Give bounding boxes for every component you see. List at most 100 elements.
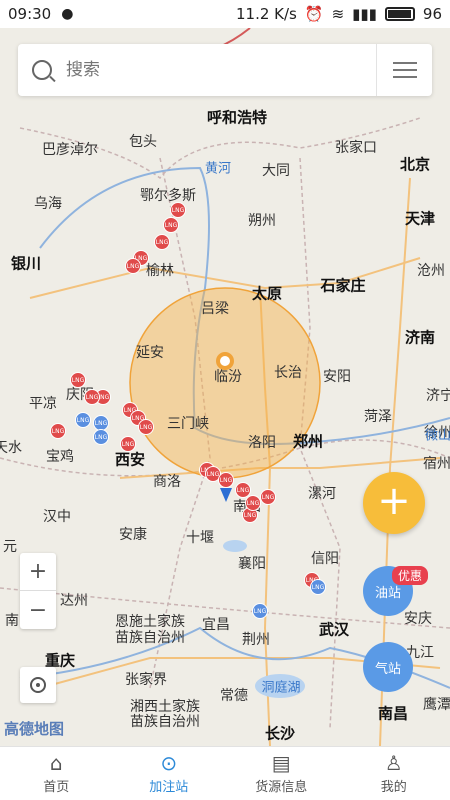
- lng-station-pin[interactable]: LNG: [260, 489, 276, 505]
- city-label: 北京: [399, 155, 431, 174]
- city-label: 天水: [0, 440, 22, 456]
- search-input[interactable]: [66, 60, 376, 80]
- city-label: 沧州: [417, 263, 445, 279]
- locate-button[interactable]: [20, 667, 56, 703]
- list-icon: [392, 62, 417, 64]
- lng-station-pin[interactable]: LNG: [75, 412, 91, 428]
- lng-station-pin[interactable]: LNG: [138, 419, 154, 435]
- station-icon: ⊙: [160, 751, 178, 775]
- city-label: 天津: [404, 209, 436, 228]
- nav-home[interactable]: ⌂ 首页: [0, 747, 113, 800]
- city-label: 济宁: [426, 388, 450, 404]
- city-label: 襄阳: [238, 556, 266, 572]
- city-label: 平凉: [29, 396, 57, 412]
- city-label: 长沙: [264, 724, 296, 743]
- crosshair-icon: [30, 677, 46, 693]
- nav-label: 加注站: [149, 780, 189, 795]
- city-label: 石家庄: [320, 276, 366, 295]
- search-icon: [32, 60, 52, 80]
- city-label: 商洛: [153, 474, 181, 490]
- lng-station-pin[interactable]: LNG: [120, 436, 136, 452]
- city-label: 呼和浩特: [206, 108, 268, 127]
- city-label: 微山: [424, 428, 450, 444]
- city-label: 三门峡: [167, 416, 209, 432]
- city-label: 菏泽: [364, 409, 392, 425]
- city-label: 达州: [60, 593, 88, 609]
- lng-station-pin[interactable]: LNG: [125, 258, 141, 274]
- lng-station-pin[interactable]: LNG: [245, 495, 261, 511]
- city-label: 郑州: [292, 432, 324, 451]
- lng-station-pin[interactable]: LNG: [70, 372, 86, 388]
- lng-station-pin[interactable]: LNG: [310, 579, 326, 595]
- alarm-icon: ⏰: [304, 5, 324, 23]
- nav-cargo-info[interactable]: ▤ 货源信息: [225, 747, 338, 800]
- home-icon: ⌂: [49, 751, 63, 775]
- city-label: 鹰潭: [423, 697, 450, 713]
- city-label: 南: [5, 613, 19, 629]
- city-label: 乌海: [34, 196, 62, 212]
- city-label: 巴彦淖尔: [42, 142, 98, 158]
- city-label: 武汉: [318, 620, 350, 639]
- nav-profile[interactable]: ♙ 我的: [338, 747, 450, 800]
- bottom-nav: ⌂ 首页 ⊙ 加注站 ▤ 货源信息 ♙ 我的: [0, 746, 450, 800]
- nav-label: 货源信息: [255, 780, 308, 795]
- nav-station[interactable]: ⊙ 加注站: [113, 747, 226, 800]
- city-label: 鄂尔多斯: [140, 188, 196, 204]
- city-label: 黄河: [204, 161, 232, 177]
- lng-station-pin[interactable]: LNG: [154, 234, 170, 250]
- city-label: 荆州: [242, 632, 270, 648]
- lng-station-pin[interactable]: LNG: [170, 202, 186, 218]
- list-view-button[interactable]: [376, 44, 432, 96]
- city-label: 大同: [262, 163, 290, 179]
- promo-badge: 优惠: [392, 566, 429, 585]
- city-label: 延安: [136, 345, 164, 361]
- city-label: 苗族自治州: [130, 714, 200, 730]
- city-label: 洛阳: [248, 435, 276, 451]
- city-label: 济南: [404, 328, 436, 347]
- city-label: 常德: [220, 688, 248, 704]
- cargo-info-icon: ▤: [271, 751, 291, 775]
- city-label: 安阳: [323, 369, 351, 385]
- gas-station-button[interactable]: 气站: [363, 642, 413, 692]
- signal-icon: ▮▮▮: [352, 5, 377, 23]
- city-label: 包头: [129, 134, 157, 150]
- city-label: 漯河: [308, 486, 336, 502]
- city-label: 长治: [274, 365, 302, 381]
- city-label: 宿州: [423, 456, 450, 472]
- list-icon-line: [392, 69, 417, 71]
- city-label: 安康: [119, 527, 147, 543]
- map-view[interactable]: 呼和浩特包头巴彦淖尔乌海 鄂尔多斯银川 榆林 大同 张家口北京天津 朔州沧州太原 石家庄吕梁…: [0, 28, 450, 746]
- nav-label: 首页: [43, 780, 70, 795]
- city-label: 朔州: [248, 213, 276, 229]
- lng-station-pin[interactable]: LNG: [50, 423, 66, 439]
- city-label: 元: [3, 539, 17, 555]
- city-label: 太原: [251, 284, 283, 303]
- zoom-in-button[interactable]: +: [20, 553, 56, 591]
- list-icon-line: [392, 76, 417, 78]
- city-label: 宜昌: [202, 617, 230, 633]
- lng-station-pin[interactable]: LNG: [84, 389, 100, 405]
- city-label: 吕梁: [201, 301, 229, 317]
- city-label: 宝鸡: [46, 449, 74, 465]
- lng-station-pin[interactable]: LNG: [252, 603, 268, 619]
- city-label: 洞庭湖: [261, 680, 301, 696]
- city-label: 安庆: [404, 611, 432, 627]
- city-label: 十堰: [186, 530, 214, 546]
- lng-station-pin[interactable]: LNG: [93, 429, 109, 445]
- amap-logo: 高德地图: [4, 720, 65, 738]
- city-label: 张家口: [335, 140, 377, 156]
- lng-station-pin[interactable]: LNG: [163, 217, 179, 233]
- city-label: 南昌: [377, 704, 409, 723]
- lng-station-pin[interactable]: LNG: [218, 472, 234, 488]
- city-label: 苗族自治州: [115, 630, 185, 646]
- city-label: 汉中: [43, 509, 71, 525]
- net-speed: 11.2 K/s: [236, 5, 297, 23]
- city-label: 信阳: [311, 551, 339, 567]
- search-bar[interactable]: [18, 44, 432, 96]
- add-button[interactable]: +: [363, 472, 425, 534]
- city-label: 银川: [10, 254, 42, 273]
- battery-text: 96: [422, 5, 442, 23]
- city-label: 榆林: [146, 263, 174, 279]
- zoom-out-button[interactable]: −: [20, 591, 56, 629]
- city-label: 张家界: [125, 672, 167, 688]
